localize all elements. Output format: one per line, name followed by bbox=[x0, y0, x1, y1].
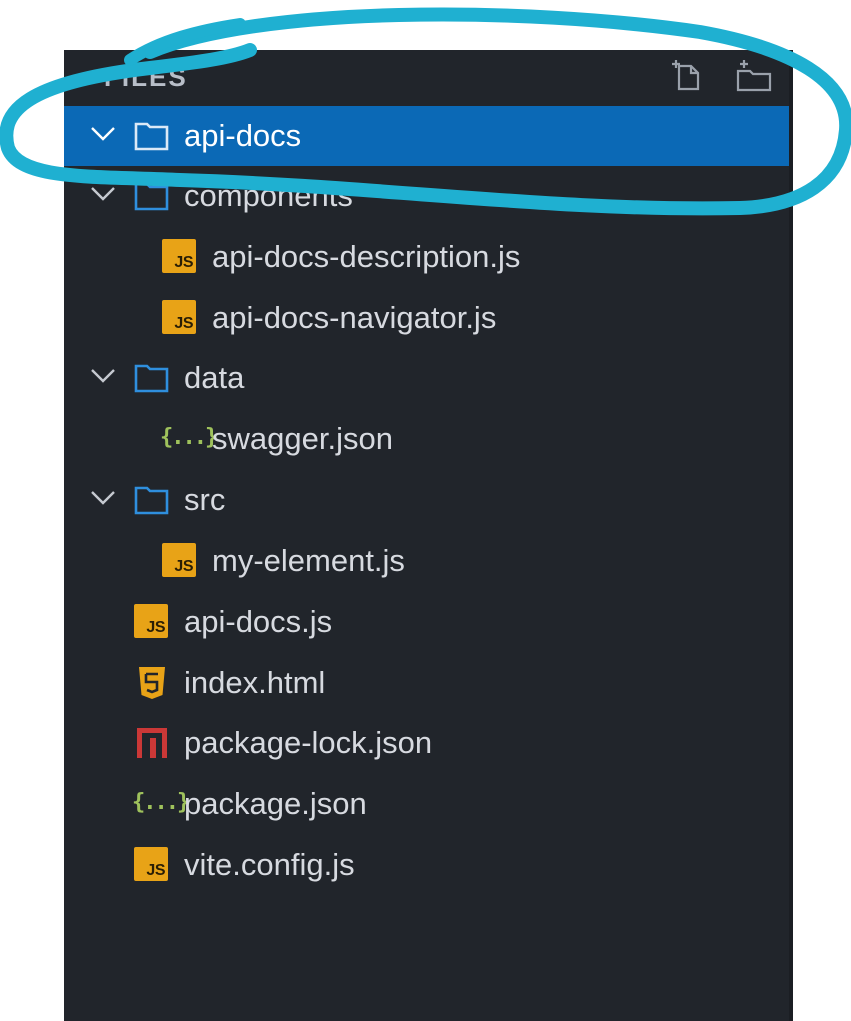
vertical-scrollbar[interactable] bbox=[789, 50, 793, 1021]
tree-item-label: swagger.json bbox=[212, 421, 393, 456]
tree-item-label: components bbox=[184, 178, 353, 213]
tree-item-label: api-docs.js bbox=[184, 604, 333, 639]
tree-item-swagger-json-file[interactable]: {...} swagger.json bbox=[64, 409, 793, 469]
tree-item-label: src bbox=[184, 482, 226, 517]
javascript-file-icon: JS bbox=[162, 543, 198, 579]
js-glyph: JS bbox=[146, 619, 165, 636]
tree-item-label: my-element.js bbox=[212, 543, 405, 578]
tree-item-label: package.json bbox=[184, 786, 367, 821]
javascript-file-icon: JS bbox=[162, 239, 198, 275]
tree-item-label: api-docs-description.js bbox=[212, 239, 521, 274]
tree-item-index-html-file[interactable]: index.html bbox=[64, 653, 793, 713]
tree-item-src-folder[interactable]: src bbox=[64, 470, 793, 530]
tree-item-label: api-docs bbox=[184, 118, 302, 153]
json-file-icon: {...} bbox=[132, 790, 190, 815]
tree-item-api-docs-navigator-file[interactable]: JS api-docs-navigator.js bbox=[64, 288, 793, 348]
tree-item-components-folder[interactable]: components bbox=[64, 166, 793, 226]
js-glyph: JS bbox=[146, 862, 165, 879]
tree-item-api-docs-js-file[interactable]: JS api-docs.js bbox=[64, 592, 793, 652]
chevron-down-icon bbox=[91, 127, 115, 141]
screenshot-stage: FILES api-docs components JS api-docs-de… bbox=[0, 0, 851, 1021]
javascript-file-icon: JS bbox=[162, 300, 198, 336]
tree-item-api-docs-folder[interactable]: api-docs bbox=[64, 106, 793, 166]
file-explorer-panel: FILES api-docs components JS api-docs-de… bbox=[64, 50, 793, 1021]
tree-item-label: data bbox=[184, 360, 245, 395]
js-glyph: JS bbox=[174, 315, 193, 332]
chevron-down-icon bbox=[91, 369, 115, 383]
npm-file-icon bbox=[137, 728, 167, 758]
tree-item-data-folder[interactable]: data bbox=[64, 348, 793, 408]
javascript-file-icon: JS bbox=[134, 847, 170, 883]
javascript-file-icon: JS bbox=[134, 604, 170, 640]
new-file-button[interactable] bbox=[670, 58, 706, 94]
js-glyph: JS bbox=[174, 254, 193, 271]
tree-item-label: vite.config.js bbox=[184, 847, 355, 882]
tree-item-label: package-lock.json bbox=[184, 725, 433, 760]
new-folder-icon bbox=[736, 60, 772, 92]
tree-item-label: index.html bbox=[184, 665, 326, 700]
tree-item-api-docs-description-file[interactable]: JS api-docs-description.js bbox=[64, 227, 793, 287]
chevron-down-icon bbox=[91, 187, 115, 201]
folder-icon bbox=[134, 364, 169, 393]
explorer-header: FILES bbox=[64, 50, 793, 106]
tree-item-vite-config-file[interactable]: JS vite.config.js bbox=[64, 835, 793, 895]
explorer-title: FILES bbox=[104, 62, 188, 92]
folder-icon bbox=[134, 486, 169, 515]
json-file-icon: {...} bbox=[160, 425, 218, 450]
tree-item-package-json-file[interactable]: {...} package.json bbox=[64, 774, 793, 834]
new-folder-button[interactable] bbox=[734, 58, 772, 94]
js-glyph: JS bbox=[174, 558, 193, 575]
new-file-icon bbox=[672, 60, 700, 91]
folder-icon bbox=[134, 182, 169, 211]
tree-item-label: api-docs-navigator.js bbox=[212, 300, 497, 335]
tree-item-my-element-file[interactable]: JS my-element.js bbox=[64, 531, 793, 591]
chevron-down-icon bbox=[91, 491, 115, 505]
tree-item-package-lock-file[interactable]: package-lock.json bbox=[64, 713, 793, 773]
html5-file-icon bbox=[139, 667, 165, 699]
folder-icon bbox=[134, 122, 169, 151]
